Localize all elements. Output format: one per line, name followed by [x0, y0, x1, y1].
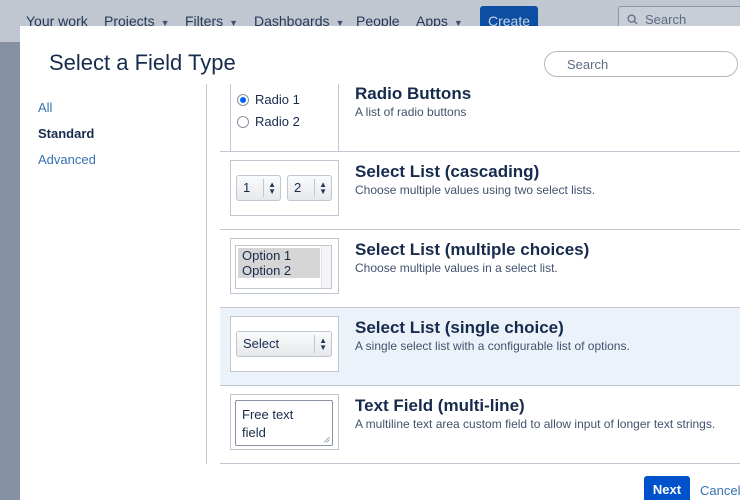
- multi-select-option: Option 1: [238, 248, 320, 263]
- cascading-select-parent: 1 ▲ ▼: [236, 175, 281, 201]
- textarea-sample: Free text field: [235, 400, 333, 446]
- field-option-radio-buttons[interactable]: Radio 1 Radio 2 Radio Buttons A list of …: [220, 84, 740, 152]
- multi-select-preview: Option 1 Option 2: [230, 238, 339, 294]
- field-search-input[interactable]: [544, 51, 738, 77]
- select-field-type-dialog: Select a Field Type All Standard Advance…: [20, 26, 740, 500]
- page-overlay: [0, 42, 20, 500]
- field-name: Text Field (multi-line): [355, 396, 525, 415]
- field-name: Radio Buttons: [355, 84, 472, 103]
- updown-arrows-icon: ▲ ▼: [319, 180, 327, 196]
- multi-select-box: Option 1 Option 2: [235, 245, 332, 289]
- radio-unselected-icon: [237, 116, 249, 128]
- field-name: Select List (multiple choices): [355, 240, 590, 259]
- single-select: Select ▲ ▼: [236, 331, 332, 357]
- category-standard[interactable]: Standard: [38, 126, 96, 141]
- cascading-select-child: 2 ▲ ▼: [287, 175, 332, 201]
- cascading-select-preview: 1 ▲ ▼ 2 ▲ ▼: [230, 160, 339, 216]
- field-option-select-list-multiple[interactable]: Option 1 Option 2 Select List (multiple …: [220, 230, 740, 308]
- category-nav: All Standard Advanced: [38, 100, 96, 178]
- radio-selected-icon: [237, 94, 249, 106]
- category-all[interactable]: All: [38, 100, 96, 115]
- field-option-text-field-multiline[interactable]: Free text field Text Field (multi-line) …: [220, 386, 740, 464]
- radio-buttons-preview: Radio 1 Radio 2: [230, 84, 339, 152]
- search-icon: [627, 14, 638, 25]
- divider: [206, 84, 207, 464]
- field-option-select-list-single[interactable]: Select ▲ ▼ Select List (single choice) A …: [220, 308, 740, 386]
- field-name: Select List (single choice): [355, 318, 564, 337]
- dialog-title: Select a Field Type: [49, 50, 236, 75]
- field-description: Choose multiple values using two select …: [355, 183, 596, 197]
- radio-option: Radio 1: [237, 92, 300, 108]
- radio-option: Radio 2: [237, 114, 300, 130]
- scrollbar: [321, 246, 331, 288]
- updown-arrows-icon: ▲ ▼: [268, 180, 276, 196]
- field-description: Choose multiple values in a select list.: [355, 261, 558, 275]
- textarea-preview: Free text field: [230, 394, 339, 450]
- multi-select-option: Option 2: [238, 263, 320, 278]
- next-button[interactable]: Next: [644, 476, 690, 500]
- category-advanced[interactable]: Advanced: [38, 152, 96, 167]
- field-description: A list of radio buttons: [355, 105, 467, 119]
- cancel-link[interactable]: Cancel: [700, 483, 740, 498]
- updown-arrows-icon: ▲ ▼: [319, 336, 327, 352]
- field-name: Select List (cascading): [355, 162, 540, 181]
- single-select-preview: Select ▲ ▼: [230, 316, 339, 372]
- field-description: A single select list with a configurable…: [355, 339, 630, 353]
- field-description: A multiline text area custom field to al…: [355, 417, 716, 431]
- field-option-select-list-cascading[interactable]: 1 ▲ ▼ 2 ▲ ▼ Select List (cascading) Choose…: [220, 152, 740, 230]
- resize-grip-icon: [323, 436, 330, 443]
- field-type-list: Radio 1 Radio 2 Radio Buttons A list of …: [220, 84, 740, 464]
